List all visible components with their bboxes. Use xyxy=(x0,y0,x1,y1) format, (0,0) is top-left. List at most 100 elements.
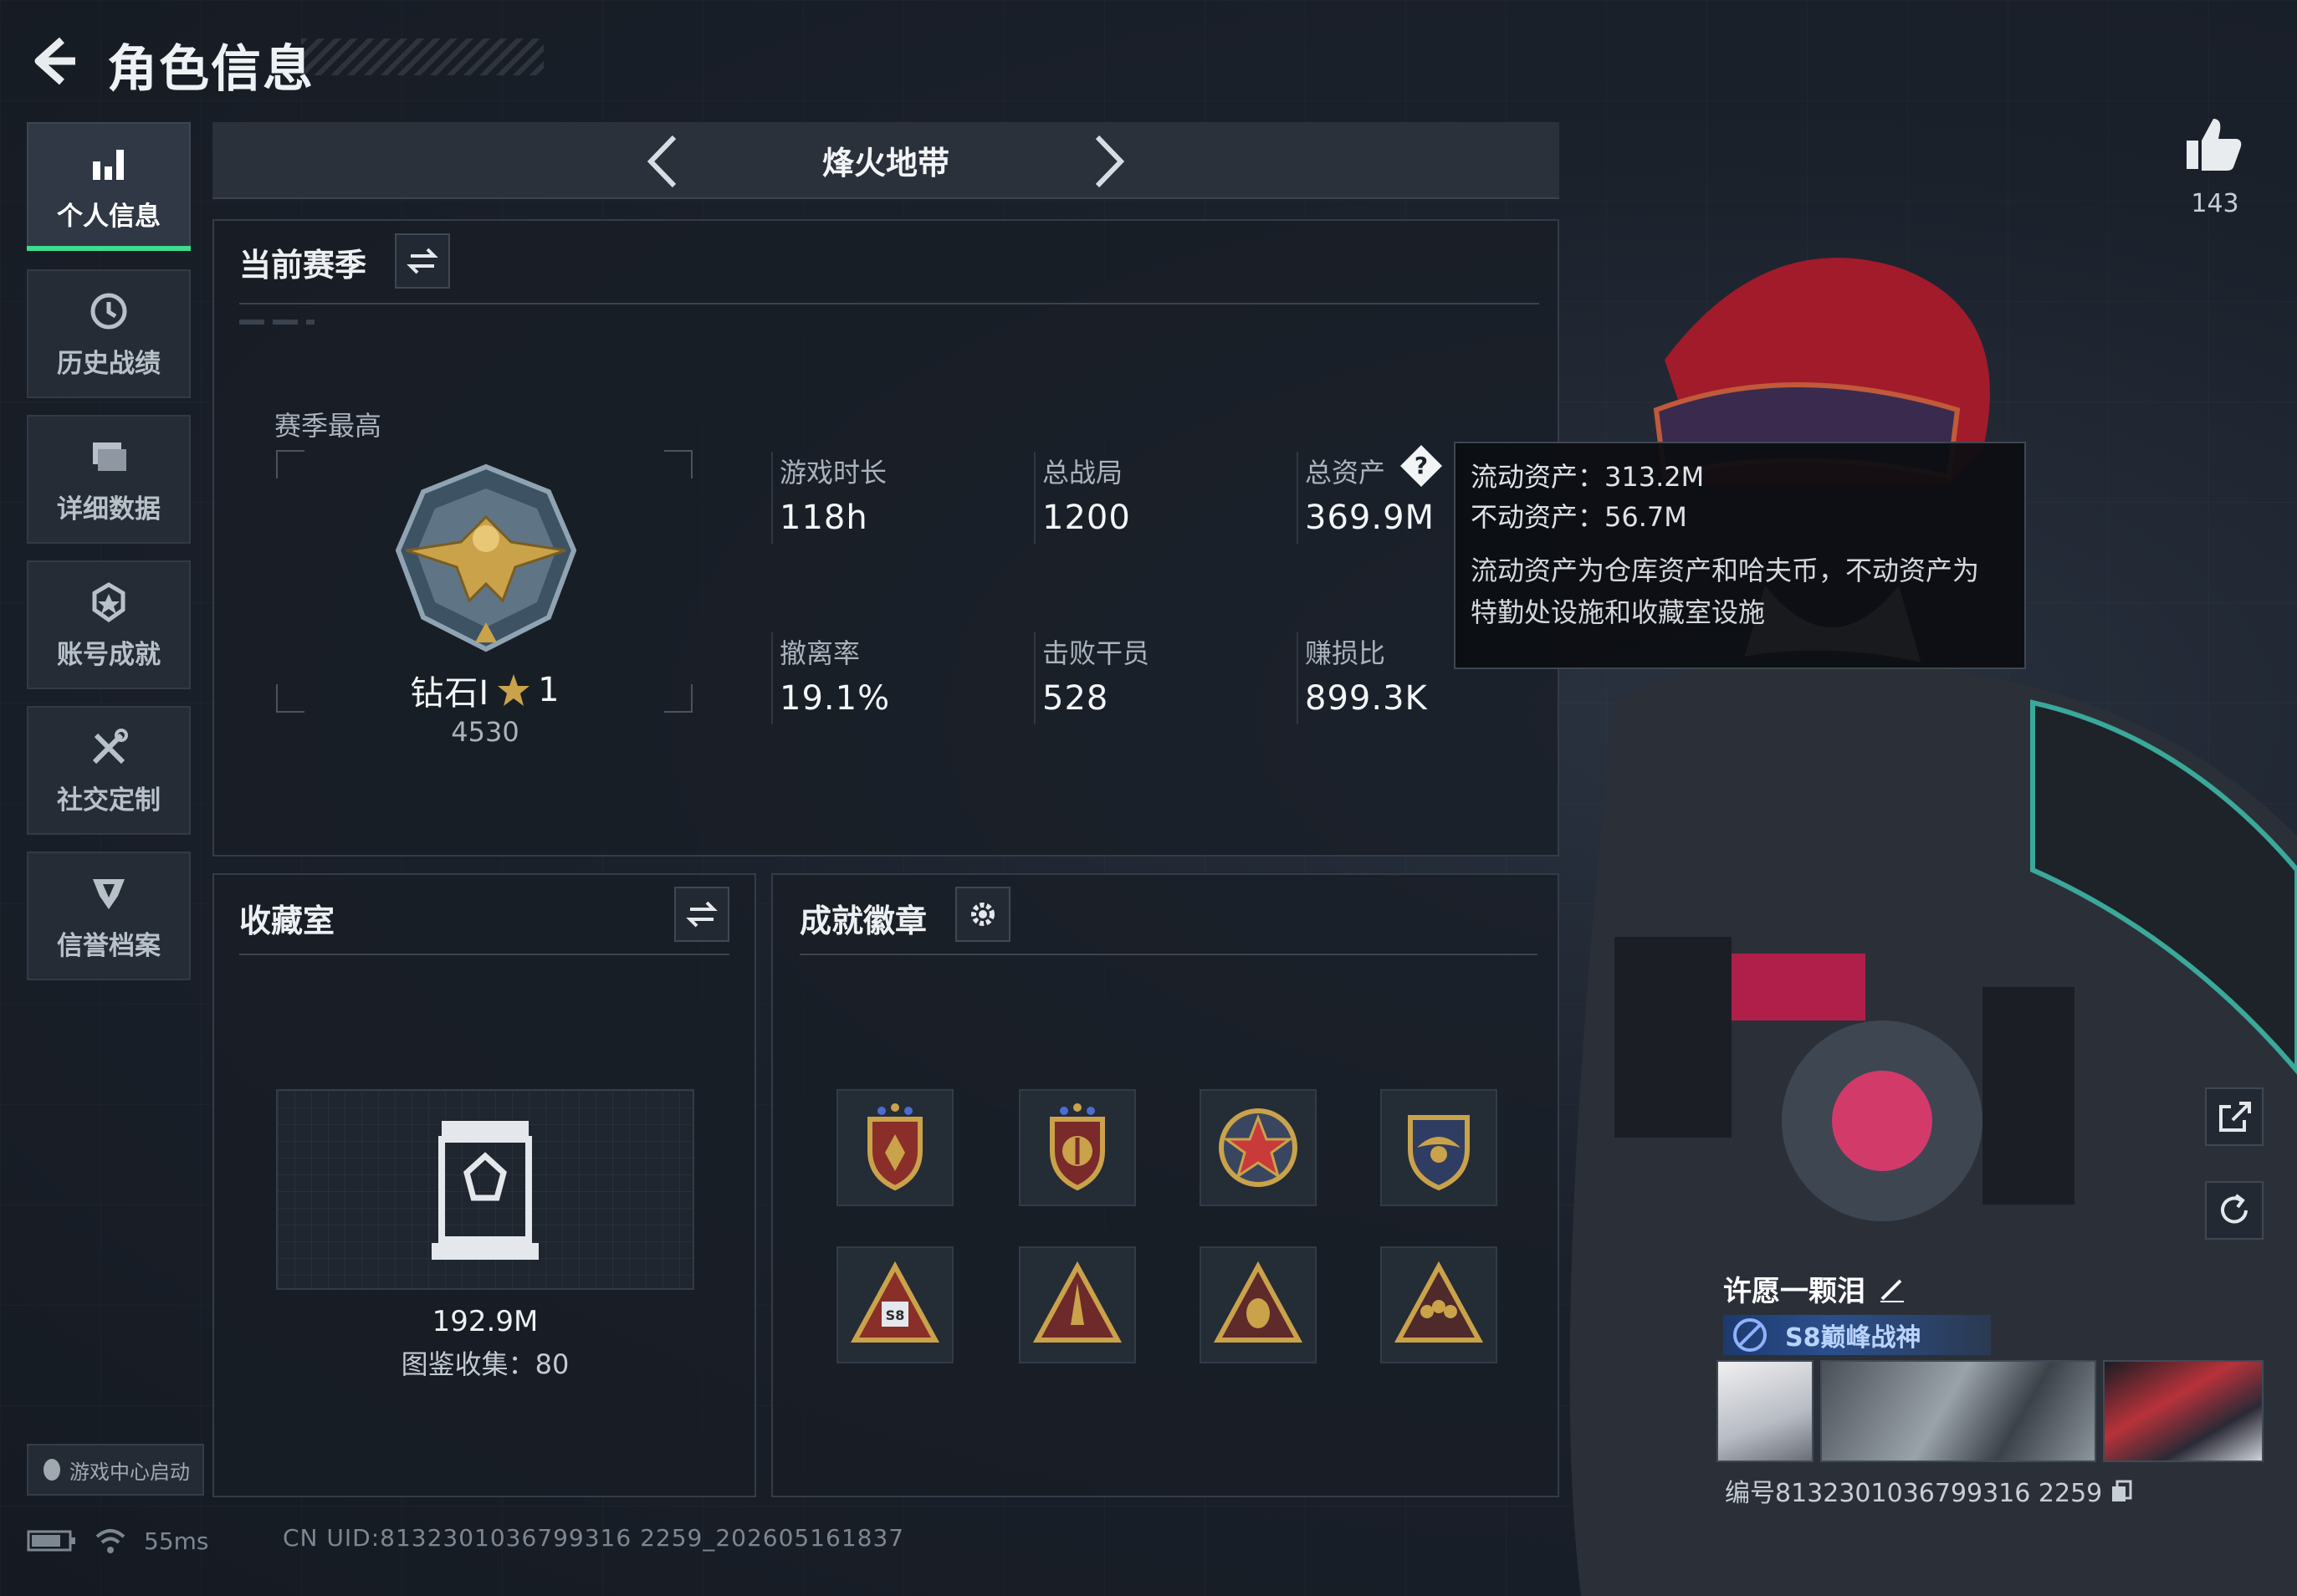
penguin-icon xyxy=(43,1459,60,1481)
stat-value-extraction-rate: 19.1% xyxy=(780,679,891,718)
share-button[interactable] xyxy=(2205,1087,2264,1146)
sidebar-item-achievements[interactable]: 账号成就 xyxy=(27,560,191,689)
stat-divider xyxy=(1297,632,1298,724)
shield-badge-icon xyxy=(1050,1103,1105,1191)
stat-value-profit-ratio: 899.3K xyxy=(1305,679,1428,718)
player-name-row: 许愿一颗泪 xyxy=(1723,1268,1907,1309)
collection-switch-button[interactable] xyxy=(674,887,729,942)
collection-catalog: 图鉴收集：80 xyxy=(401,1348,570,1380)
player-title-badge: S8巅峰战神 xyxy=(1723,1315,1991,1355)
season-switch-button[interactable] xyxy=(395,233,450,289)
battery-icon xyxy=(27,1530,75,1552)
medal-icon xyxy=(92,581,125,622)
rank-score: 4530 xyxy=(451,716,519,748)
sidebar-item-label: 个人信息 xyxy=(57,201,161,232)
rank-name-row: 钻石I 1 xyxy=(402,666,569,714)
help-diamond-icon[interactable]: ? xyxy=(1399,443,1444,489)
achievement-badge[interactable] xyxy=(1380,1089,1497,1206)
achievement-badge[interactable] xyxy=(1019,1246,1136,1363)
badges-title: 成就徽章 xyxy=(800,903,928,939)
sidebar-item-history[interactable]: 历史战绩 xyxy=(27,269,191,398)
triangle-badge-icon: S8 xyxy=(850,1261,940,1343)
achievement-badge[interactable] xyxy=(1200,1089,1317,1206)
wifi-icon xyxy=(95,1529,125,1553)
sidebar-item-social[interactable]: 社交定制 xyxy=(27,706,191,835)
frame-corner xyxy=(664,684,693,713)
stat-label-operators-defeated: 击败干员 xyxy=(1042,637,1150,669)
stat-label-playtime: 游戏时长 xyxy=(780,457,888,489)
stat-value-playtime: 118h xyxy=(780,499,868,537)
prev-mode-chevron-left-icon[interactable] xyxy=(637,130,688,192)
sidebar-item-label: 详细数据 xyxy=(57,494,161,524)
collection-value: 192.9M xyxy=(432,1305,539,1338)
refresh-button[interactable] xyxy=(2205,1181,2264,1240)
sidebar-item-label: 社交定制 xyxy=(57,785,161,816)
stat-divider xyxy=(1034,452,1036,544)
copy-icon[interactable] xyxy=(2109,1478,2134,1503)
triangle-badge-icon xyxy=(1213,1261,1303,1343)
player-title-text: S8巅峰战神 xyxy=(1785,1323,1921,1353)
star-icon xyxy=(498,674,530,706)
stat-label-profit-ratio: 赚损比 xyxy=(1305,637,1386,669)
mascot-card[interactable] xyxy=(2103,1360,2264,1462)
next-mode-chevron-right-icon[interactable] xyxy=(1084,130,1134,192)
eagle-badge-icon xyxy=(1408,1115,1470,1191)
sidebar-item-personal-info[interactable]: 个人信息 xyxy=(27,122,191,251)
game-center-launch-button[interactable]: 游戏中心启动 xyxy=(27,1444,204,1496)
achievement-badge[interactable] xyxy=(1380,1246,1497,1363)
mode-title: 烽火地带 xyxy=(821,145,949,182)
achievement-badge[interactable] xyxy=(1200,1246,1317,1363)
ping-text: 55ms xyxy=(144,1527,209,1555)
title-decoration xyxy=(301,38,544,75)
avatar-frame[interactable] xyxy=(1716,1360,1814,1462)
sidebar-item-label: 信誉档案 xyxy=(57,930,161,961)
shield-badge-icon xyxy=(867,1103,923,1191)
back-arrow-icon[interactable] xyxy=(23,32,82,90)
rank-emblem-icon xyxy=(395,463,577,652)
like-count: 143 xyxy=(2191,189,2239,218)
stat-value-total-assets: 369.9M xyxy=(1305,499,1435,537)
collection-title: 收藏室 xyxy=(239,903,335,939)
status-bar: 55ms xyxy=(27,1524,209,1558)
sidebar-item-label: 账号成就 xyxy=(57,639,161,670)
star-badge-icon xyxy=(1219,1108,1297,1187)
stat-value-total-matches: 1200 xyxy=(1042,499,1131,537)
stat-label-total-assets: 总资产 xyxy=(1305,457,1386,489)
sidebar-item-reputation[interactable]: 信誉档案 xyxy=(27,852,191,980)
tooltip-desc-line2: 特勤处设施和收藏室设施 xyxy=(1471,596,1766,628)
sidebar-item-label: 历史战绩 xyxy=(57,348,161,379)
title-emblem-icon xyxy=(1733,1318,1767,1352)
launch-label: 游戏中心启动 xyxy=(69,1460,190,1484)
season-title: 当前赛季 xyxy=(239,247,367,284)
banner-card[interactable] xyxy=(1820,1360,2096,1462)
achievement-badge[interactable] xyxy=(1019,1089,1136,1206)
asset-tooltip: 流动资产：313.2M 不动资产：56.7M 流动资产为仓库资产和哈夫币，不动资… xyxy=(1454,442,2026,669)
stat-divider xyxy=(771,452,773,544)
frame-corner xyxy=(664,450,693,478)
divider xyxy=(239,954,729,955)
triangle-badge-icon xyxy=(1032,1261,1123,1343)
frame-corner xyxy=(276,684,304,713)
stat-label-total-matches: 总战局 xyxy=(1042,457,1123,489)
achievement-badge[interactable] xyxy=(836,1089,954,1206)
divider-decoration xyxy=(239,320,315,325)
history-clock-icon xyxy=(90,293,127,329)
gear-icon xyxy=(971,903,995,926)
badges-settings-button[interactable] xyxy=(955,887,1010,942)
edit-pencil-icon[interactable] xyxy=(1877,1274,1907,1304)
swap-arrows-icon xyxy=(407,248,438,274)
divider xyxy=(239,303,1539,304)
stat-label-extraction-rate: 撤离率 xyxy=(780,637,861,669)
frame-corner xyxy=(276,450,304,478)
rank-stars: 1 xyxy=(538,671,560,709)
stat-divider xyxy=(1034,632,1036,724)
swap-arrows-icon xyxy=(686,901,718,928)
bar-chart-icon xyxy=(93,149,124,180)
tools-icon xyxy=(92,728,128,764)
thumbs-up-icon[interactable] xyxy=(2183,114,2245,176)
stat-value-operators-defeated: 528 xyxy=(1042,679,1109,718)
achievement-badge[interactable]: S8 xyxy=(836,1246,954,1363)
sidebar-item-detail-data[interactable]: 详细数据 xyxy=(27,415,191,544)
triangle-badge-icon xyxy=(1394,1261,1484,1343)
svg-text:S8: S8 xyxy=(886,1307,905,1323)
